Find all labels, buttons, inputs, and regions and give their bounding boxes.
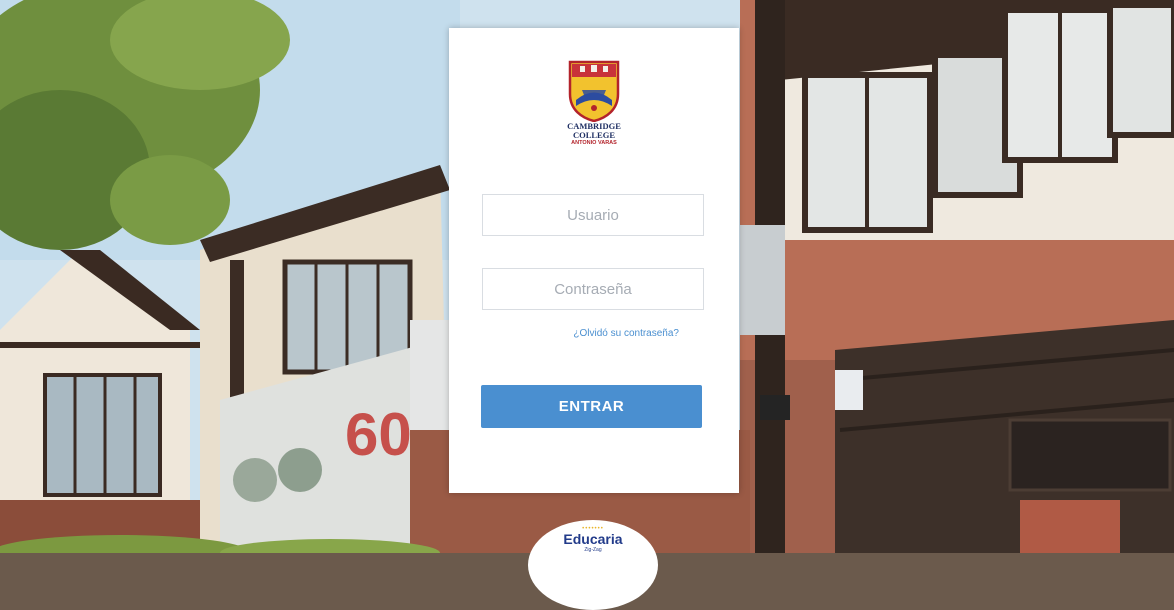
school-logo: CAMBRIDGE COLLEGE ANTONIO VARAS bbox=[563, 60, 625, 147]
username-input[interactable] bbox=[482, 194, 704, 236]
logo-text-campus: ANTONIO VARAS bbox=[571, 140, 617, 146]
badge-subtitle: Zig-Zag bbox=[584, 547, 602, 553]
badge-title: Educaria bbox=[563, 531, 623, 547]
login-card: CAMBRIDGE COLLEGE ANTONIO VARAS ¿Olvidó … bbox=[449, 28, 739, 493]
password-input[interactable] bbox=[482, 268, 704, 310]
school-crest-icon bbox=[568, 60, 620, 122]
svg-text:60: 60 bbox=[345, 401, 412, 468]
login-button[interactable]: ENTRAR bbox=[481, 385, 702, 428]
educaria-badge: ••••••• Educaria Zig-Zag bbox=[528, 520, 658, 610]
forgot-password-link[interactable]: ¿Olvidó su contraseña? bbox=[573, 328, 679, 339]
logo-text-college: COLLEGE bbox=[572, 130, 616, 140]
